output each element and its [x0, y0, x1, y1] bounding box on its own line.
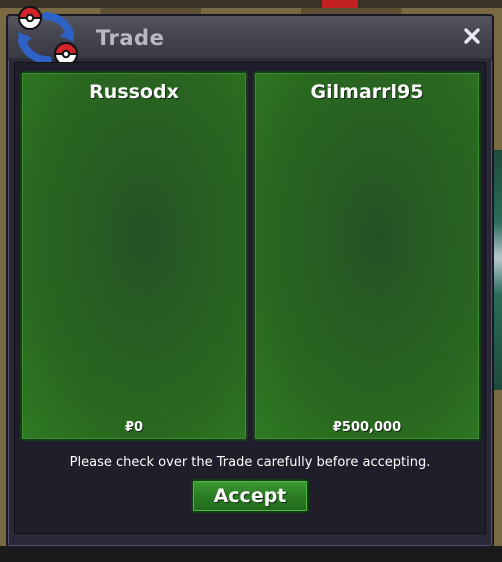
- offer-player-name: Gilmarrl95: [310, 81, 424, 103]
- game-background-red-tile: [322, 0, 358, 8]
- offer-money: ₽0: [124, 420, 144, 435]
- trade-notice: Please check over the Trade carefully be…: [69, 455, 431, 470]
- offer-money: ₽500,000: [332, 420, 402, 435]
- offer-panel-self[interactable]: Russodx ₽0: [20, 71, 248, 441]
- close-button[interactable]: [458, 22, 486, 50]
- accept-button[interactable]: Accept: [191, 479, 309, 513]
- offer-panel-partner: Gilmarrl95 ₽500,000: [253, 71, 481, 441]
- offer-player-name: Russodx: [89, 81, 179, 103]
- trade-window: Trade Russodx ₽0 Gilmarrl95 ₽500,000 Ple…: [6, 6, 494, 548]
- game-background-bottom: [0, 546, 502, 562]
- trade-window-title: Trade: [96, 26, 165, 50]
- close-icon: [464, 28, 480, 44]
- trade-content: Russodx ₽0 Gilmarrl95 ₽500,000 Please ch…: [14, 62, 486, 534]
- pokeball-swap-icon: [17, 6, 79, 66]
